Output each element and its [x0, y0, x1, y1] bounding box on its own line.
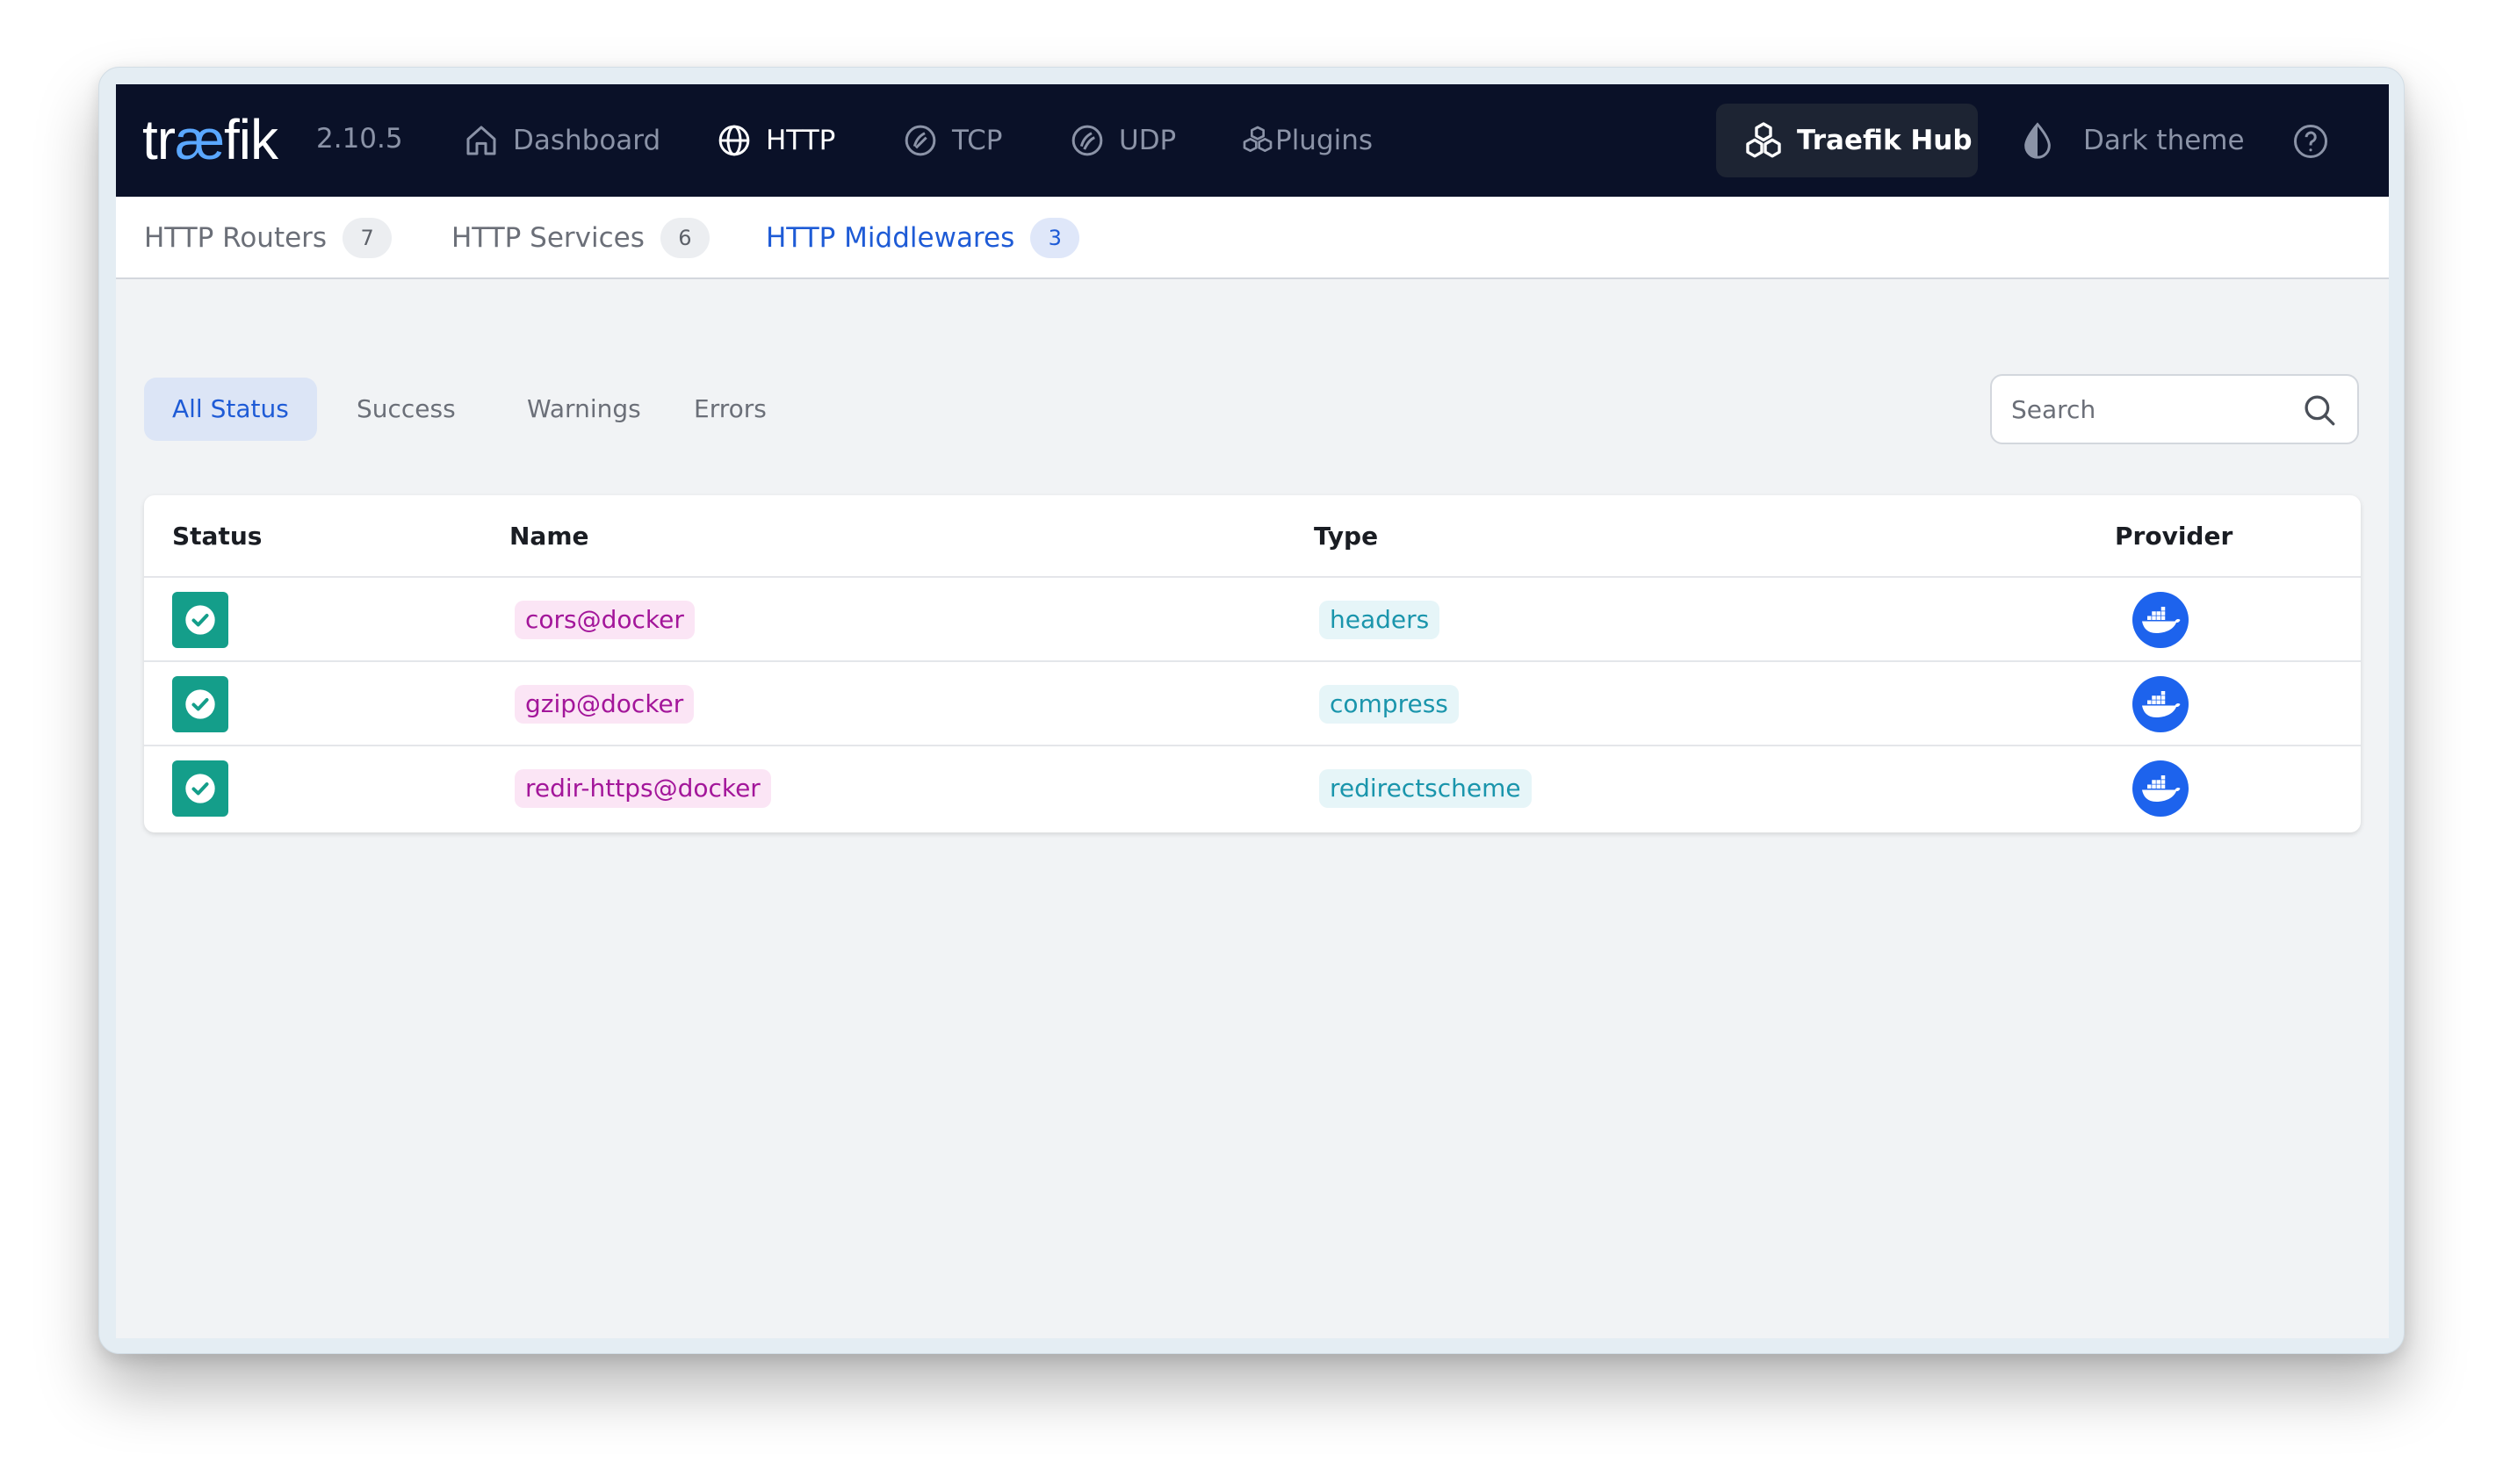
filter-success[interactable]: Success [328, 378, 484, 441]
http-subtabs: HTTP Routers 7 HTTP Services 6 HTTP Midd… [116, 197, 2389, 279]
filter-errors[interactable]: Errors [666, 378, 795, 441]
tab-http-middlewares-label: HTTP Middlewares [766, 222, 1015, 254]
table-row[interactable]: redir-https@docker redirectscheme [144, 746, 2361, 831]
middleware-name-chip: gzip@docker [515, 685, 695, 724]
help-button[interactable] [2292, 123, 2329, 163]
middlewares-count-badge: 3 [1030, 218, 1080, 258]
success-status-icon [172, 760, 228, 817]
udp-icon [1071, 125, 1103, 156]
app-window: træfik 2.10.5 Dashboard HTTP TCP UDP Plu… [116, 84, 2389, 1338]
tcp-icon [905, 125, 936, 156]
version-label: 2.10.5 [316, 123, 403, 155]
droplet-icon [2024, 122, 2051, 159]
dark-theme-toggle[interactable]: Dark theme [2020, 84, 2245, 197]
nav-plugins[interactable]: Plugins [1240, 84, 1373, 197]
tab-http-routers-label: HTTP Routers [144, 222, 328, 254]
tab-http-services-label: HTTP Services [451, 222, 645, 254]
table-header: Status Name Type Provider [144, 495, 2361, 578]
table-row[interactable]: cors@docker headers [144, 578, 2361, 662]
docker-icon [2142, 775, 2181, 802]
middleware-name-chip: cors@docker [515, 601, 695, 639]
nav-http[interactable]: HTTP [717, 84, 835, 197]
nav-tcp-label: TCP [952, 125, 1003, 156]
nav-dashboard[interactable]: Dashboard [464, 84, 660, 197]
tab-http-services[interactable]: HTTP Services 6 [451, 197, 710, 279]
search-icon[interactable] [2301, 392, 2338, 429]
middlewares-table: Status Name Type Provider cors@docker he… [144, 495, 2361, 832]
middleware-type-chip: compress [1319, 685, 1459, 724]
tab-http-middlewares[interactable]: HTTP Middlewares 3 [766, 197, 1080, 279]
tab-http-routers[interactable]: HTTP Routers 7 [144, 197, 393, 279]
check-circle-icon [185, 774, 215, 803]
services-count-badge: 6 [660, 218, 710, 258]
search-input[interactable] [2011, 388, 2292, 430]
nav-udp[interactable]: UDP [1070, 84, 1176, 197]
docker-provider-icon [2132, 592, 2189, 648]
routers-count-badge: 7 [343, 218, 393, 258]
check-circle-icon [185, 689, 215, 719]
docker-provider-icon [2132, 760, 2189, 817]
column-provider[interactable]: Provider [2115, 495, 2233, 578]
success-status-icon [172, 592, 228, 648]
home-icon [466, 126, 496, 155]
middleware-type-chip: redirectscheme [1319, 769, 1532, 808]
nav-dashboard-label: Dashboard [513, 125, 661, 156]
nav-plugins-label: Plugins [1275, 125, 1374, 156]
middleware-type-chip: headers [1319, 601, 1440, 639]
nav-tcp[interactable]: TCP [903, 84, 1002, 197]
top-navbar: træfik 2.10.5 Dashboard HTTP TCP UDP Plu… [116, 84, 2389, 197]
hub-icon [1746, 122, 1781, 158]
filter-warnings[interactable]: Warnings [499, 378, 669, 441]
globe-icon [718, 125, 750, 156]
traefik-logo[interactable]: træfik [142, 107, 278, 172]
filter-all-status[interactable]: All Status [144, 378, 317, 441]
nav-http-label: HTTP [766, 125, 836, 156]
column-status[interactable]: Status [172, 495, 262, 578]
docker-icon [2142, 691, 2181, 717]
middleware-name-chip: redir-https@docker [515, 769, 771, 808]
success-status-icon [172, 676, 228, 732]
check-circle-icon [185, 605, 215, 635]
traefik-hub-label: Traefik Hub [1797, 125, 1973, 156]
search-box [1990, 374, 2359, 444]
table-row[interactable]: gzip@docker compress [144, 662, 2361, 746]
help-icon [2294, 125, 2327, 158]
dark-theme-label: Dark theme [2083, 125, 2245, 156]
docker-icon [2142, 607, 2181, 633]
plugins-icon [1243, 126, 1273, 152]
column-type[interactable]: Type [1314, 495, 1378, 578]
traefik-hub-button[interactable]: Traefik Hub [1716, 104, 1978, 177]
docker-provider-icon [2132, 676, 2189, 732]
column-name[interactable]: Name [509, 495, 589, 578]
nav-udp-label: UDP [1119, 125, 1177, 156]
